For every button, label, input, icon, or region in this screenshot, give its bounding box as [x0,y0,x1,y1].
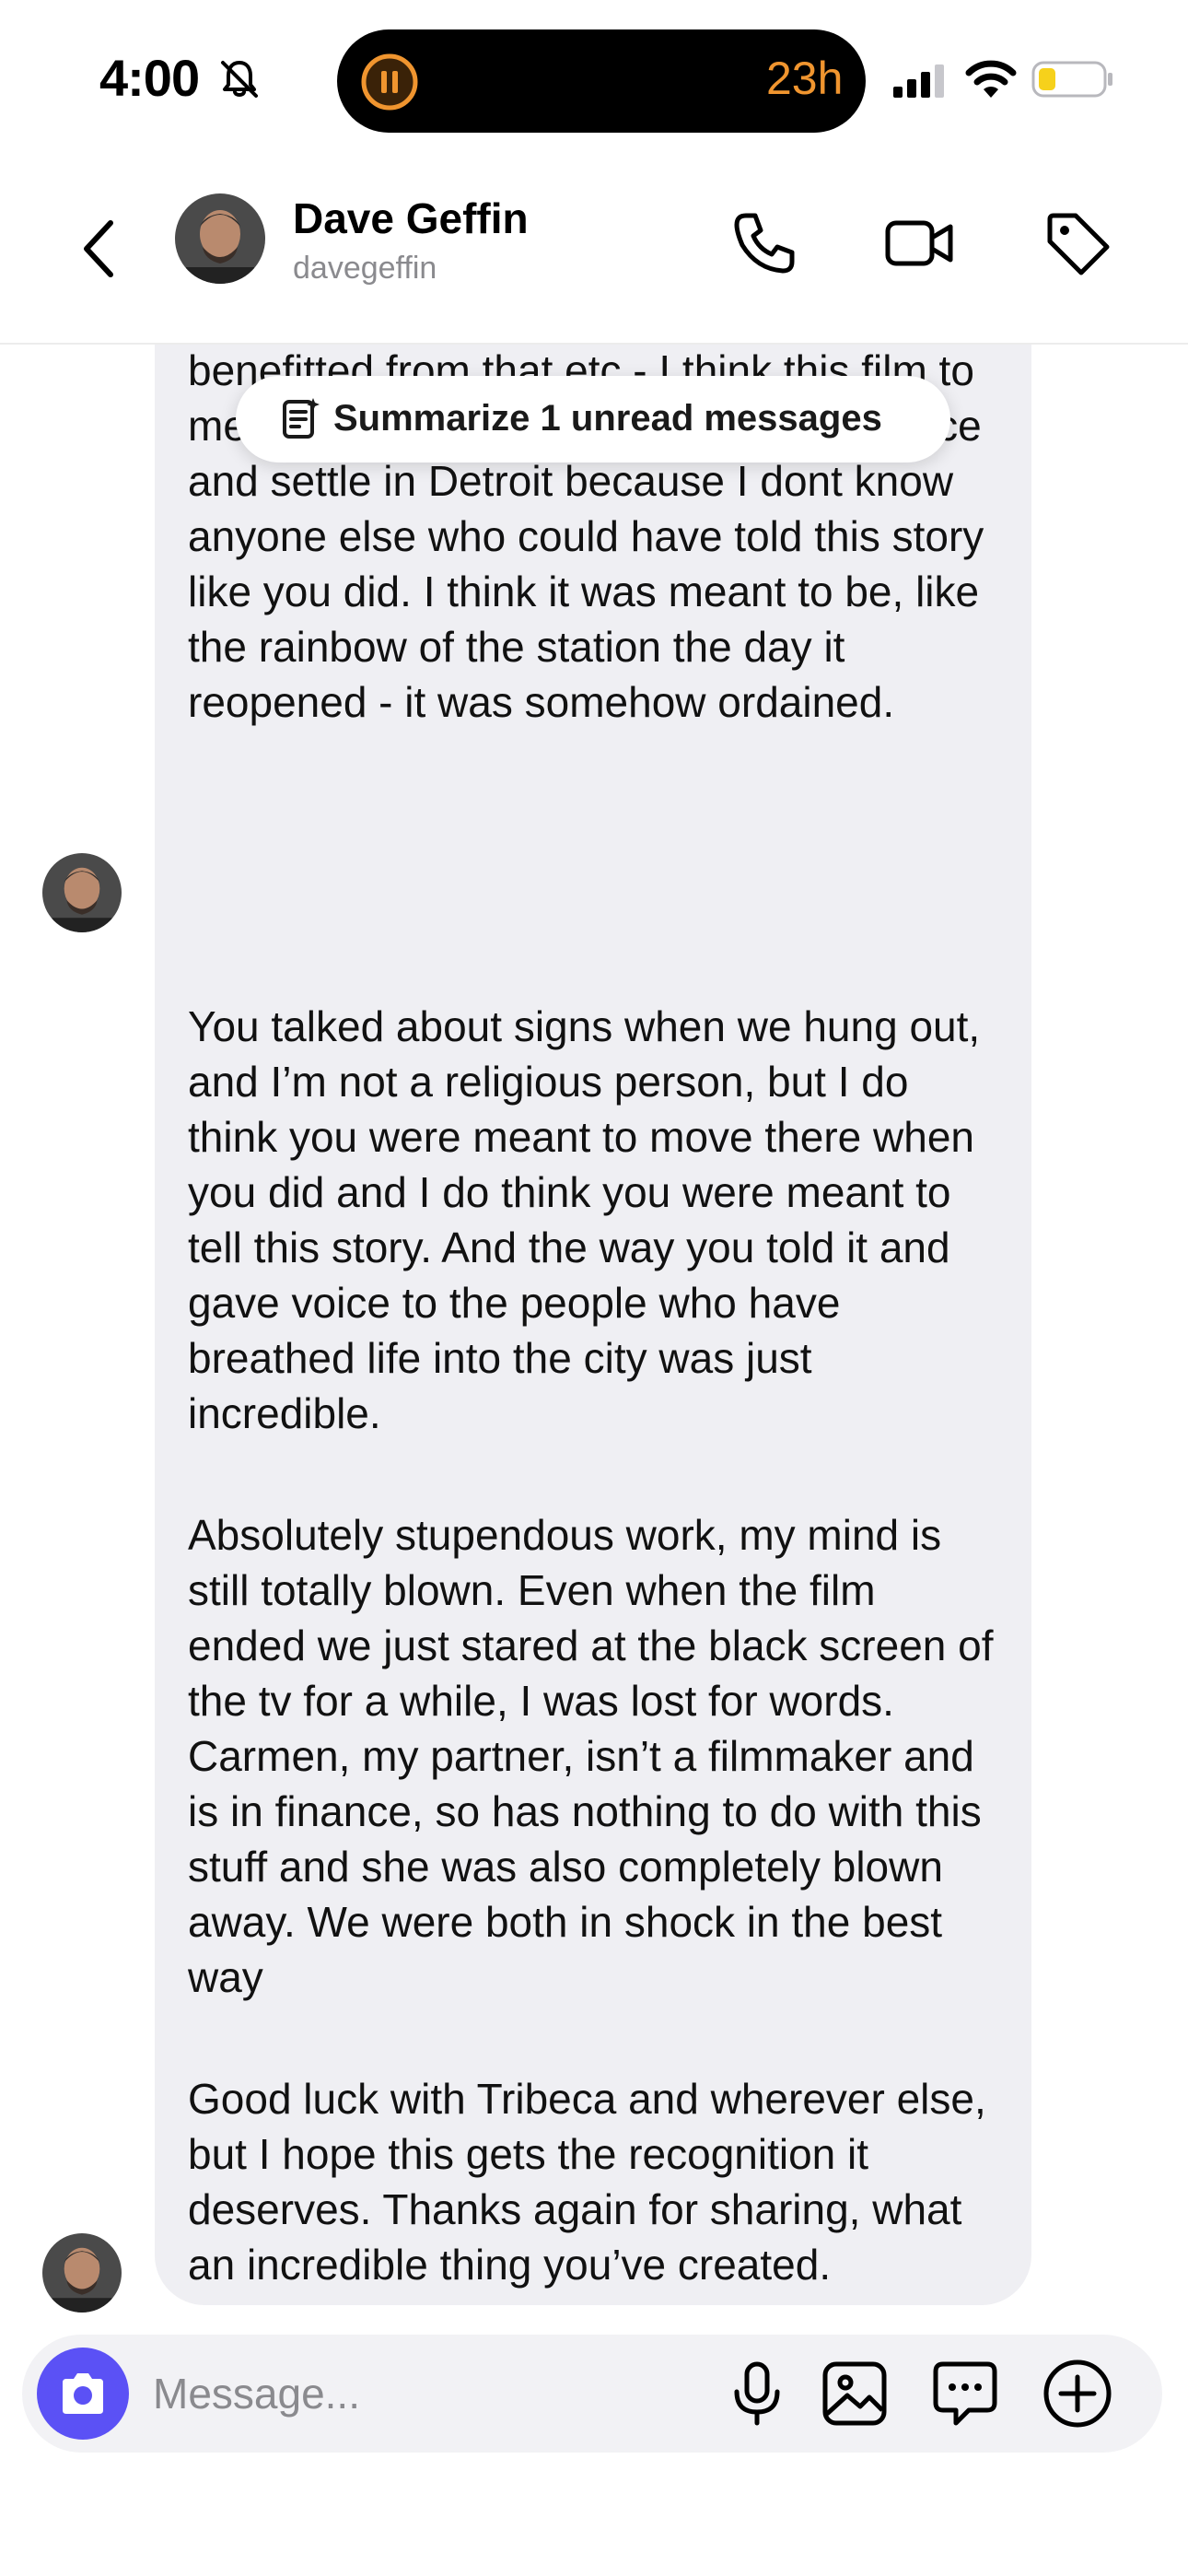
island-timer: 23h [766,53,844,104]
status-bar: 4:00 23h [0,0,1188,157]
bell-slash-icon [217,57,262,101]
message-text: Good luck with Tribeca and wherever else… [188,2075,986,2289]
wifi-icon [963,57,1019,100]
contact-name[interactable]: Dave Geffin [293,193,529,243]
plus-icon[interactable] [1039,2355,1116,2432]
message-bubble[interactable]: You talked about signs when we hung out,… [155,967,1031,2305]
sender-avatar[interactable] [42,2233,122,2313]
summarize-unread-button[interactable]: Summarize 1 unread messages [236,376,950,463]
message-text: You talked about signs when we hung out,… [188,1002,981,1437]
phone-icon[interactable] [728,206,801,280]
message-input[interactable] [153,2360,705,2427]
pause-icon[interactable] [359,52,420,112]
battery-icon [1031,59,1114,100]
message-composer [22,2335,1162,2453]
gallery-icon[interactable] [818,2357,891,2430]
sender-avatar[interactable] [42,853,122,932]
conversation-header: Dave Geffin davegeffin [0,157,1188,345]
message-thread[interactable]: benefitted from that etc - I think this … [0,345,1188,2335]
tag-icon[interactable] [1041,206,1114,280]
contact-username[interactable]: davegeffin [293,251,437,287]
microphone-icon[interactable] [722,2359,792,2429]
camera-icon [57,2370,109,2418]
video-camera-icon[interactable] [882,206,956,280]
contact-avatar[interactable] [175,193,265,284]
status-time: 4:00 [99,49,200,107]
message-text: Absolutely stupendous work, my mind is s… [188,1511,994,2001]
summary-icon [276,396,322,442]
camera-button[interactable] [37,2348,129,2440]
signal-icon [891,63,947,100]
summarize-label: Summarize 1 unread messages [333,398,882,439]
sticker-icon[interactable] [928,2357,1002,2430]
back-chevron-icon[interactable] [74,212,125,286]
